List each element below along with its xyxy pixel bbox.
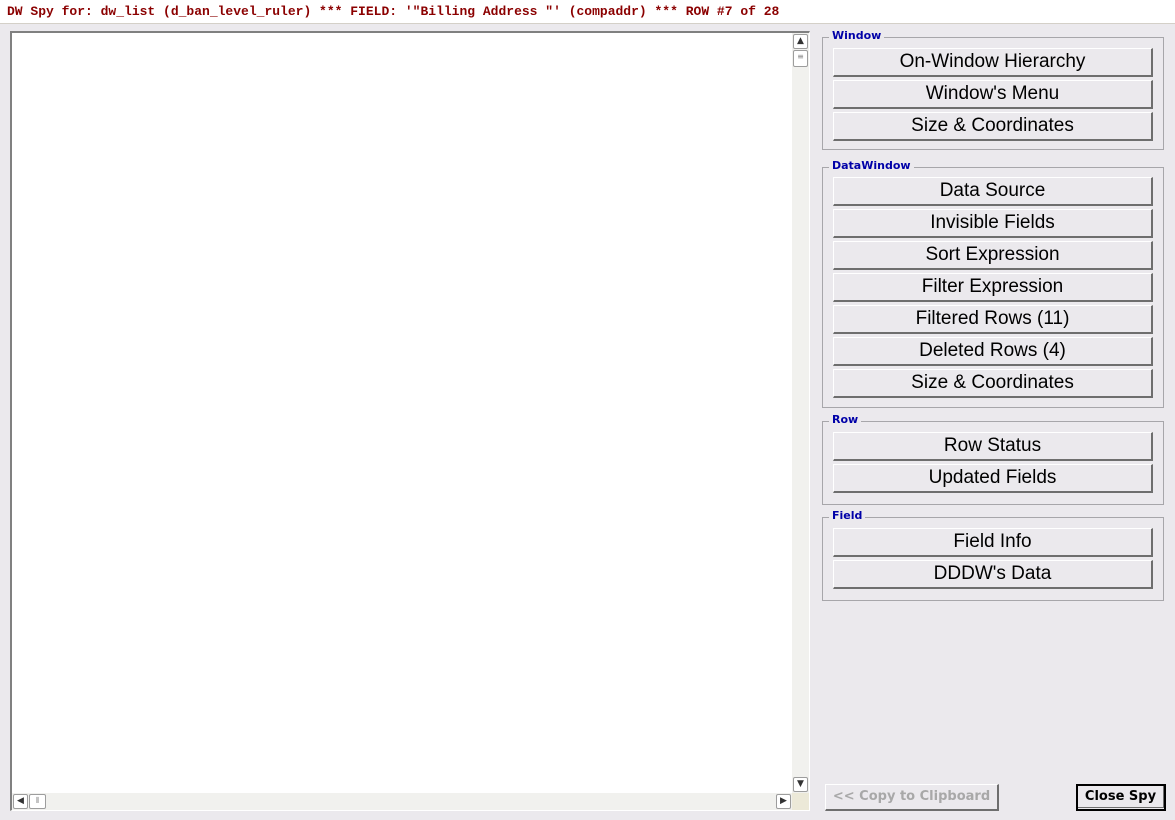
filtered-rows-button[interactable]: Filtered Rows (11) — [833, 305, 1153, 334]
deleted-rows-button[interactable]: Deleted Rows (4) — [833, 337, 1153, 366]
row-status-button[interactable]: Row Status — [833, 432, 1153, 461]
row-group-label: Row — [829, 413, 862, 426]
scroll-right-icon[interactable]: ▶ — [776, 794, 791, 809]
on-window-hierarchy-button[interactable]: On-Window Hierarchy — [833, 48, 1153, 77]
close-spy-button[interactable]: Close Spy — [1076, 784, 1166, 811]
scroll-up-icon[interactable]: ▲ — [793, 34, 808, 49]
title-bar: DW Spy for: dw_list (d_ban_level_ruler) … — [0, 0, 1175, 24]
windows-menu-button[interactable]: Window's Menu — [833, 80, 1153, 109]
field-info-button[interactable]: Field Info — [833, 528, 1153, 557]
copy-to-clipboard-button[interactable]: << Copy to Clipboard — [825, 784, 999, 811]
window-title: DW Spy for: dw_list (d_ban_level_ruler) … — [7, 4, 780, 19]
vertical-scrollbar[interactable]: ▲ ≡ ▼ — [792, 33, 809, 793]
data-source-button[interactable]: Data Source — [833, 177, 1153, 206]
window-group: Window On-Window Hierarchy Window's Menu… — [822, 29, 1164, 150]
close-spy-label: Close Spy — [1078, 786, 1164, 808]
datawindow-size-coordinates-button[interactable]: Size & Coordinates — [833, 369, 1153, 398]
field-group: Field Field Info DDDW's Data — [822, 509, 1164, 601]
horizontal-scrollbar[interactable]: ◀ ⦀ ▶ — [12, 793, 792, 810]
scroll-down-icon[interactable]: ▼ — [793, 777, 808, 792]
window-group-label: Window — [829, 29, 885, 42]
dddw-data-button[interactable]: DDDW's Data — [833, 560, 1153, 589]
row-group: Row Row Status Updated Fields — [822, 413, 1164, 505]
scroll-left-icon[interactable]: ◀ — [13, 794, 28, 809]
window-size-coordinates-button[interactable]: Size & Coordinates — [833, 112, 1153, 141]
updated-fields-button[interactable]: Updated Fields — [833, 464, 1153, 493]
invisible-fields-button[interactable]: Invisible Fields — [833, 209, 1153, 238]
field-group-label: Field — [829, 509, 866, 522]
datawindow-group-label: DataWindow — [829, 159, 914, 172]
vertical-scroll-thumb[interactable]: ≡ — [793, 50, 808, 67]
output-text-area[interactable]: ▲ ≡ ▼ ◀ ⦀ ▶ — [10, 31, 810, 811]
horizontal-scroll-thumb[interactable]: ⦀ — [29, 794, 46, 809]
sort-expression-button[interactable]: Sort Expression — [833, 241, 1153, 270]
datawindow-group: DataWindow Data Source Invisible Fields … — [822, 159, 1164, 408]
filter-expression-button[interactable]: Filter Expression — [833, 273, 1153, 302]
scroll-corner — [792, 793, 809, 810]
